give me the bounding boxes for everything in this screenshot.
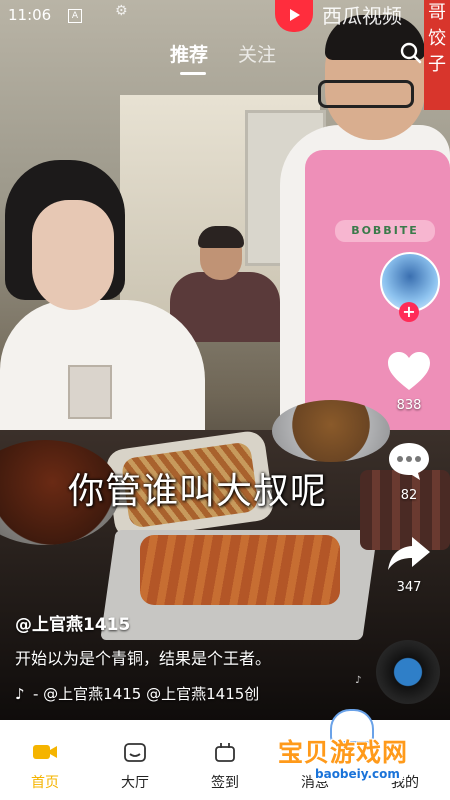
like-count: 838 bbox=[396, 398, 422, 413]
video-camera-icon bbox=[33, 745, 57, 759]
comment-icon bbox=[389, 443, 429, 480]
nav-checkin[interactable]: 签到 bbox=[180, 720, 270, 800]
brand-name: 西瓜视频 bbox=[322, 4, 402, 28]
music-note-icon: ♪ bbox=[355, 675, 362, 686]
share-icon bbox=[388, 537, 430, 570]
watermark-url: baobeiy.com bbox=[312, 767, 403, 781]
settings-dot-icon: ⚙ bbox=[115, 3, 128, 19]
music-text: - @上官燕1415 @上官燕1415创 bbox=[33, 685, 260, 703]
comment-button[interactable]: 82 bbox=[378, 440, 440, 503]
person-woman bbox=[0, 160, 210, 460]
heart-icon bbox=[388, 352, 430, 390]
nav-home-label: 首页 bbox=[31, 775, 59, 791]
status-time: 11:06 bbox=[8, 6, 52, 24]
tab-following[interactable]: 关注 bbox=[238, 40, 276, 67]
follow-plus-icon[interactable]: + bbox=[399, 302, 419, 322]
hotpot-right bbox=[272, 400, 390, 462]
site-watermark: 宝贝游戏网 baobeiy.com bbox=[270, 705, 440, 800]
apron-print: BOBBITE bbox=[335, 220, 435, 242]
video-description: 开始以为是个青铜，结果是个王者。 bbox=[15, 649, 272, 668]
restaurant-sign: 哥 饺子 bbox=[424, 0, 450, 110]
checkin-icon bbox=[215, 743, 235, 762]
share-count: 347 bbox=[396, 580, 422, 595]
active-tab-indicator bbox=[180, 72, 206, 75]
music-disc[interactable] bbox=[376, 640, 440, 704]
hall-icon bbox=[124, 743, 146, 762]
restaurant-sign-text: 哥 饺子 bbox=[428, 2, 446, 75]
tab-recommend[interactable]: 推荐 bbox=[170, 40, 208, 67]
video-caption-overlay: 你管谁叫大叔呢 bbox=[68, 471, 328, 512]
nav-checkin-label: 签到 bbox=[211, 775, 239, 791]
notification-a-icon: A bbox=[68, 9, 82, 23]
skewers bbox=[140, 535, 340, 605]
nav-hall[interactable]: 大厅 bbox=[90, 720, 180, 800]
tiktok-note-icon: ♪ bbox=[15, 685, 25, 703]
feed-tabs: 推荐 关注 bbox=[170, 40, 290, 80]
nav-home[interactable]: 首页 bbox=[0, 720, 90, 800]
search-icon[interactable] bbox=[400, 42, 422, 64]
comment-count: 82 bbox=[400, 488, 418, 503]
music-marquee[interactable]: ♪ - @上官燕1415 @上官燕1415创 bbox=[15, 683, 315, 704]
nav-hall-label: 大厅 bbox=[121, 775, 149, 791]
watermark-title: 宝贝游戏网 bbox=[278, 738, 409, 767]
share-button[interactable]: 347 bbox=[378, 534, 440, 595]
like-button[interactable]: 838 bbox=[378, 350, 440, 413]
action-rail: + 838 82 347 bbox=[378, 252, 442, 612]
author-handle[interactable]: @上官燕1415 bbox=[15, 610, 130, 635]
